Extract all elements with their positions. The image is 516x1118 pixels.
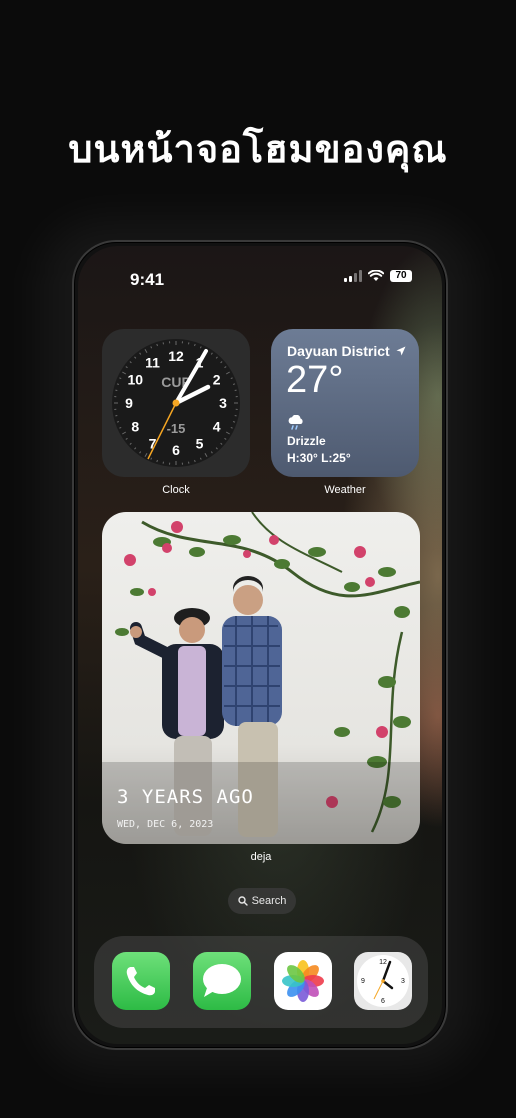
phone-frame: 9:41 70 121234567891011 CUP -15 — [72, 240, 448, 1050]
clock-widget[interactable]: 121234567891011 CUP -15 — [102, 329, 250, 477]
app-dock: 12 3 6 9 — [94, 936, 428, 1028]
battery-indicator: 70 — [390, 270, 412, 282]
weather-location-text: Dayuan District — [287, 343, 390, 359]
photo-widget[interactable]: 3 YEARS AGO WED, DEC 6, 2023 — [102, 512, 420, 844]
memory-date: WED, DEC 6, 2023 — [117, 819, 214, 830]
clock-numeral-2: 2 — [213, 372, 221, 388]
clock-offset-label: -15 — [167, 421, 186, 436]
clock-tick — [194, 343, 196, 347]
clock-numeral-6: 6 — [172, 442, 180, 458]
home-screen: 9:41 70 121234567891011 CUP -15 — [78, 246, 442, 1044]
wifi-icon — [368, 270, 384, 281]
clock-widget-label: Clock — [162, 484, 190, 496]
message-bubble-icon — [203, 964, 241, 997]
clock-tick — [116, 383, 120, 385]
weather-temperature: 27° — [286, 359, 344, 401]
clock-app-icon[interactable]: 12 3 6 9 — [354, 952, 412, 1010]
weather-widget-label: Weather — [324, 484, 366, 496]
clock-tick — [232, 421, 236, 423]
clock-numeral-11: 11 — [145, 354, 160, 370]
svg-text:3: 3 — [401, 978, 405, 985]
photo-widget-label: deja — [250, 851, 272, 863]
search-label: Search — [251, 895, 287, 907]
clock-numeral-4: 4 — [213, 419, 221, 435]
clock-numeral-5: 5 — [196, 436, 204, 452]
clock-numeral-3: 3 — [219, 395, 227, 411]
home-search-button[interactable]: Search — [228, 888, 296, 914]
memory-caption: 3 YEARS AGO — [117, 786, 254, 808]
cellular-signal-icon — [344, 270, 362, 282]
location-arrow-icon — [396, 346, 406, 356]
analog-clock-face: 121234567891011 CUP -15 — [112, 339, 240, 467]
weather-widget[interactable]: Dayuan District 27° Drizzle H:30° L:25° — [271, 329, 419, 477]
status-time: 9:41 — [130, 270, 165, 289]
clock-tick — [194, 459, 196, 463]
photos-app-icon[interactable] — [274, 952, 332, 1010]
svg-text:12: 12 — [379, 959, 387, 966]
clock-numeral-10: 10 — [128, 372, 144, 388]
clock-tick — [232, 383, 236, 385]
photos-flower-icon — [282, 960, 324, 1002]
clock-numeral-12: 12 — [168, 348, 184, 364]
clock-tick — [156, 459, 158, 463]
drizzle-icon — [288, 415, 303, 430]
svg-text:9: 9 — [361, 978, 365, 985]
status-icons: 70 — [344, 270, 412, 282]
phone-app-icon[interactable] — [112, 952, 170, 1010]
clock-center-cap — [172, 399, 180, 407]
weather-location: Dayuan District — [287, 343, 406, 359]
clock-tick — [116, 421, 120, 423]
clock-app-face-icon: 12 3 6 9 — [357, 955, 409, 1007]
clock-numeral-9: 9 — [125, 395, 133, 411]
messages-app-icon[interactable] — [193, 952, 251, 1010]
search-icon — [237, 896, 248, 906]
page-headline: บนหน้าจอโฮมของคุณ — [68, 127, 448, 171]
clock-tick — [156, 343, 158, 347]
weather-condition: Drizzle — [287, 434, 326, 448]
svg-text:6: 6 — [381, 998, 385, 1005]
phone-handset-icon — [126, 967, 155, 996]
clock-numeral-8: 8 — [131, 419, 139, 435]
weather-high-low: H:30° L:25° — [287, 451, 351, 465]
